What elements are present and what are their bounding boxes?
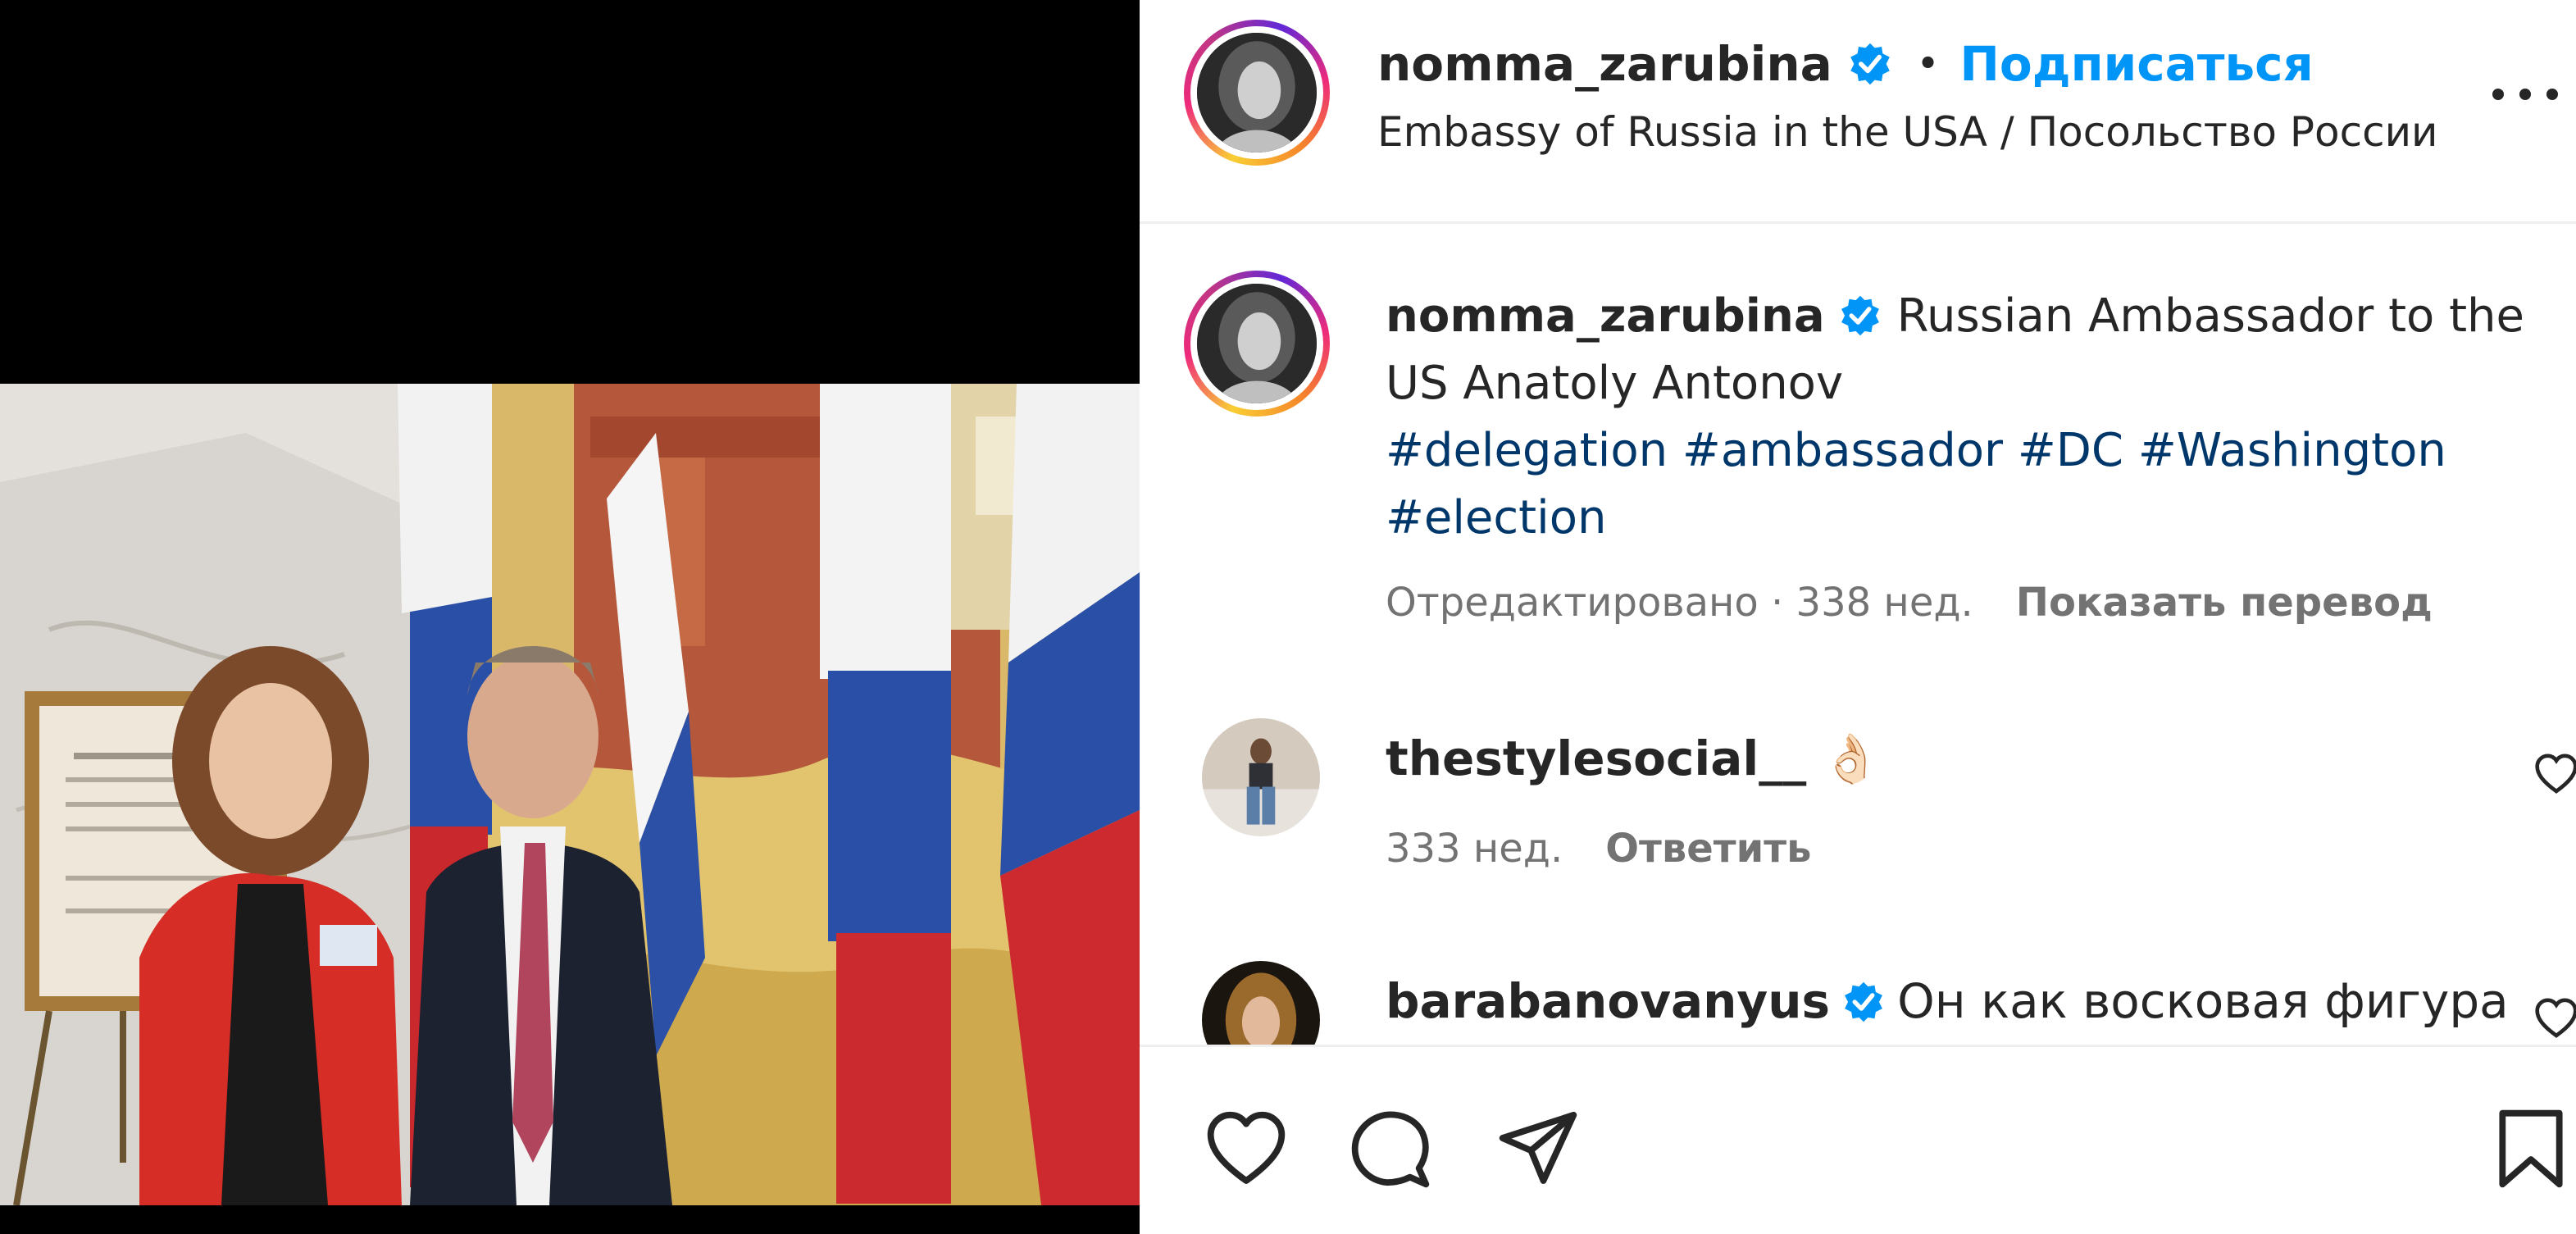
comment-text: 👌🏻 <box>1821 731 1881 786</box>
comment-line: thestylesocial__ 👌🏻 <box>1386 722 1881 795</box>
post-photo[interactable] <box>0 384 1140 1205</box>
comment-line: barabanovanyus Он как восковая фигура <box>1386 964 2509 1038</box>
verified-badge-icon <box>1838 294 1882 338</box>
comment-username[interactable]: barabanovanyus <box>1386 973 1830 1029</box>
post-caption: nomma_zarubina Russian Ambassador to the … <box>1386 283 2533 552</box>
post-side-panel: nomma_zarubina • Подписаться Embassy of … <box>1140 0 2576 1234</box>
verified-badge-icon <box>1847 41 1893 87</box>
send-icon[interactable] <box>1495 1106 1581 1191</box>
post-photo-image <box>0 384 1140 1205</box>
more-options-icon[interactable] <box>2492 66 2558 123</box>
caption-avatar-image <box>1197 284 1317 403</box>
bookmark-icon[interactable] <box>2494 1106 2568 1191</box>
comment-time: 333 нед. <box>1386 826 1563 872</box>
hashtag-link[interactable]: #delegation <box>1386 424 1668 477</box>
heart-icon[interactable] <box>1204 1106 1289 1191</box>
comment-avatar-image <box>1202 718 1320 836</box>
caption-meta: Отредактировано · 338 нед. Показать перев… <box>1386 574 2433 631</box>
comment-text: Он как восковая фигура <box>1897 973 2509 1029</box>
author-line: nomma_zarubina • Подписаться <box>1377 31 2314 97</box>
follow-button[interactable]: Подписаться <box>1959 36 2313 92</box>
post-header: nomma_zarubina • Подписаться Embassy of … <box>1140 0 2576 224</box>
author-username[interactable]: nomma_zarubina <box>1377 36 1832 92</box>
caption-edited-time: Отредактировано · 338 нед. <box>1386 580 1973 626</box>
hashtag-link[interactable]: #ambassador <box>1682 424 2003 477</box>
author-avatar[interactable] <box>1184 20 1330 166</box>
caption-author-avatar[interactable] <box>1184 271 1330 417</box>
comment-username[interactable]: thestylesocial__ <box>1386 731 1806 786</box>
comment-like-heart-icon[interactable] <box>2533 995 2576 1041</box>
show-translation-button[interactable]: Показать перевод <box>2016 580 2433 626</box>
hashtag-link[interactable]: #Washington <box>2138 424 2446 477</box>
header-separator: • <box>1917 45 1939 83</box>
comment-meta: 333 нед. Ответить <box>1386 820 1811 877</box>
comment-icon[interactable] <box>1348 1106 1433 1191</box>
comment-avatar[interactable] <box>1202 718 1320 836</box>
verified-badge-icon <box>1841 980 1886 1024</box>
post-location[interactable]: Embassy of Russia in the USA / Посольств… <box>1377 103 2443 161</box>
post-media[interactable] <box>0 0 1140 1234</box>
caption-hashtags: #delegation #ambassador #DC #Washington … <box>1386 424 2446 544</box>
hashtag-link[interactable]: #election <box>1386 491 1606 544</box>
author-avatar-image <box>1197 33 1317 153</box>
post-action-bar <box>1140 1045 2576 1234</box>
comment-like-heart-icon[interactable] <box>2533 751 2576 797</box>
reply-button[interactable]: Ответить <box>1605 826 1811 872</box>
caption-username[interactable]: nomma_zarubina <box>1386 289 1825 343</box>
hashtag-link[interactable]: #DC <box>2018 424 2123 477</box>
